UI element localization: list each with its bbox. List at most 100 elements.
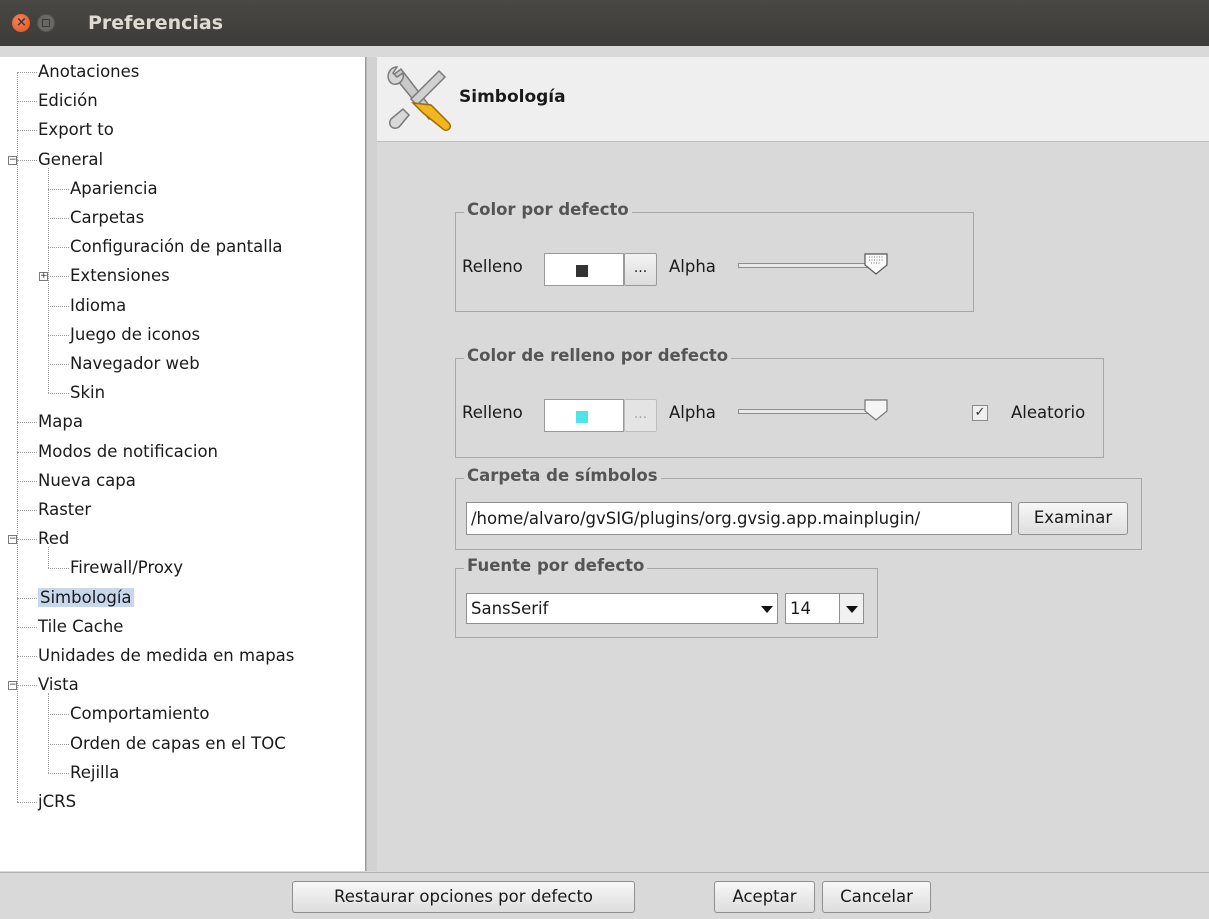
tree-connector [17, 802, 37, 803]
tree-item-label: Vista [38, 675, 79, 695]
collapse-icon[interactable]: − [8, 535, 17, 545]
cancel-button[interactable]: Cancelar [822, 881, 931, 913]
tree-item-label: Tile Cache [38, 616, 124, 636]
tree-item-label: Idioma [70, 295, 127, 315]
tree-item-label: Firewall/Proxy [70, 558, 183, 578]
tree-item[interactable]: Modos de notificacion [38, 440, 218, 464]
restore-defaults-button[interactable]: Restaurar opciones por defecto [292, 881, 635, 913]
fill-color-swatch-2 [576, 411, 588, 423]
tree-item-label: Configuración de pantalla [70, 237, 283, 257]
default-color-group: Color por defecto Relleno ... Alpha [455, 200, 974, 312]
tree-connector [17, 539, 37, 541]
tree-connector [48, 547, 49, 569]
tree-item-label: Mapa [38, 412, 83, 432]
tree-connector [17, 101, 37, 103]
expand-icon[interactable]: + [39, 272, 48, 282]
random-checkbox[interactable]: ✓ [972, 405, 988, 421]
tree-item[interactable]: Vista [38, 673, 79, 697]
tree-item-label: Unidades de medida en mapas [38, 646, 295, 665]
tree-item-label: Carpetas [70, 208, 145, 227]
choose-fill-color-button-2[interactable]: ... [624, 399, 657, 432]
tree-connector [48, 568, 69, 570]
tree-item[interactable]: Juego de iconos [70, 323, 200, 347]
panel-header: Simbología [377, 57, 1209, 142]
splitter[interactable] [366, 57, 377, 871]
fill-label: Relleno [462, 257, 523, 276]
tree-item[interactable]: jCRS [38, 790, 76, 814]
chevron-down-icon [846, 606, 858, 613]
chevron-down-icon [761, 606, 773, 613]
tree-connector [48, 364, 69, 365]
browse-button[interactable]: Examinar [1018, 502, 1128, 535]
fill-color-swatch [576, 265, 588, 277]
tree-item[interactable]: Mapa [38, 410, 83, 434]
tree-item[interactable]: Edición [38, 89, 98, 113]
tree-item[interactable]: Rejilla [70, 761, 119, 785]
tree-connector [48, 188, 69, 190]
tree-connector [48, 218, 69, 219]
tree-item[interactable]: Export to [38, 118, 114, 142]
window-title: Preferencias [88, 12, 224, 34]
tree-connector [48, 276, 69, 278]
tree-item-label: Apariencia [70, 178, 158, 198]
tree-item[interactable]: Red [38, 527, 69, 551]
tree-connector [17, 72, 18, 802]
default-font-group: Fuente por defecto SansSerif 14 [455, 556, 878, 638]
random-label: Aleatorio [1011, 403, 1086, 422]
tree-connector [17, 685, 37, 687]
tree-item[interactable]: Anotaciones [38, 60, 139, 84]
tree-connector [17, 451, 37, 453]
font-size-dropdown-button[interactable] [839, 594, 863, 623]
tree-connector [17, 626, 37, 628]
symbols-folder-input[interactable]: /home/alvaro/gvSIG/plugins/org.gvsig.app… [466, 502, 1012, 535]
tree-item-label: Comportamiento [70, 704, 210, 724]
tree-item[interactable]: Firewall/Proxy [70, 556, 183, 580]
tree-connector [48, 693, 49, 773]
collapse-icon[interactable]: − [8, 155, 17, 165]
tree-item[interactable]: Nueva capa [38, 469, 136, 493]
tree-item[interactable]: Simbología [38, 586, 134, 610]
font-family-select[interactable]: SansSerif [466, 593, 778, 624]
tree-connector [17, 510, 37, 511]
title-bar: × Preferencias [0, 0, 1209, 46]
alpha-slider[interactable] [738, 263, 868, 268]
tree-item[interactable]: Comportamiento [70, 702, 209, 726]
tree-connector [48, 772, 69, 774]
tree-item-label: Skin [70, 383, 106, 403]
tree-connector [17, 422, 37, 424]
tree-item-label: Anotaciones [38, 62, 140, 81]
choose-fill-color-button[interactable]: ... [624, 253, 657, 286]
tree-item[interactable]: Raster [38, 498, 91, 522]
tree-item-label: Extensiones [70, 266, 170, 286]
alpha-slider-thumb[interactable] [864, 253, 888, 275]
tree-item[interactable]: Carpetas [70, 206, 144, 230]
tree-item[interactable]: Orden de capas en el TOC [70, 732, 286, 756]
tree-connector [48, 714, 69, 716]
font-size-select[interactable]: 14 [785, 593, 864, 624]
fill-color-field[interactable] [544, 253, 624, 286]
accept-button[interactable]: Aceptar [714, 881, 815, 913]
tree-item[interactable]: Tile Cache [38, 615, 123, 639]
tree-connector [17, 597, 37, 599]
collapse-icon[interactable]: − [8, 681, 17, 691]
preferences-tree: Anotaciones Edición Export to General − Apari… [0, 57, 366, 871]
fill-color-field-2[interactable] [544, 399, 624, 432]
close-window-icon[interactable]: × [12, 14, 30, 32]
tools-icon [387, 66, 452, 132]
tree-item[interactable]: Apariencia [70, 177, 158, 201]
default-fill-color-group: Color de relleno por defecto Relleno ...… [455, 346, 1104, 458]
tree-item[interactable]: Skin [70, 381, 105, 405]
alpha-slider-2[interactable] [738, 409, 868, 414]
tree-item-label: Red [38, 529, 70, 549]
font-family-value: SansSerif [471, 599, 549, 618]
font-size-value: 14 [790, 599, 811, 618]
tree-item-label: Navegador web [70, 354, 200, 373]
tree-item[interactable]: Navegador web [70, 352, 200, 376]
tree-item[interactable]: Configuración de pantalla [70, 235, 283, 259]
tree-item[interactable]: Idioma [70, 294, 126, 318]
minimize-window-icon[interactable] [37, 14, 55, 32]
tree-item[interactable]: Extensiones [70, 264, 170, 288]
alpha-slider-thumb-2[interactable] [864, 399, 888, 421]
tree-item[interactable]: Unidades de medida en mapas [38, 644, 294, 668]
default-color-legend: Color por defecto [464, 200, 632, 219]
